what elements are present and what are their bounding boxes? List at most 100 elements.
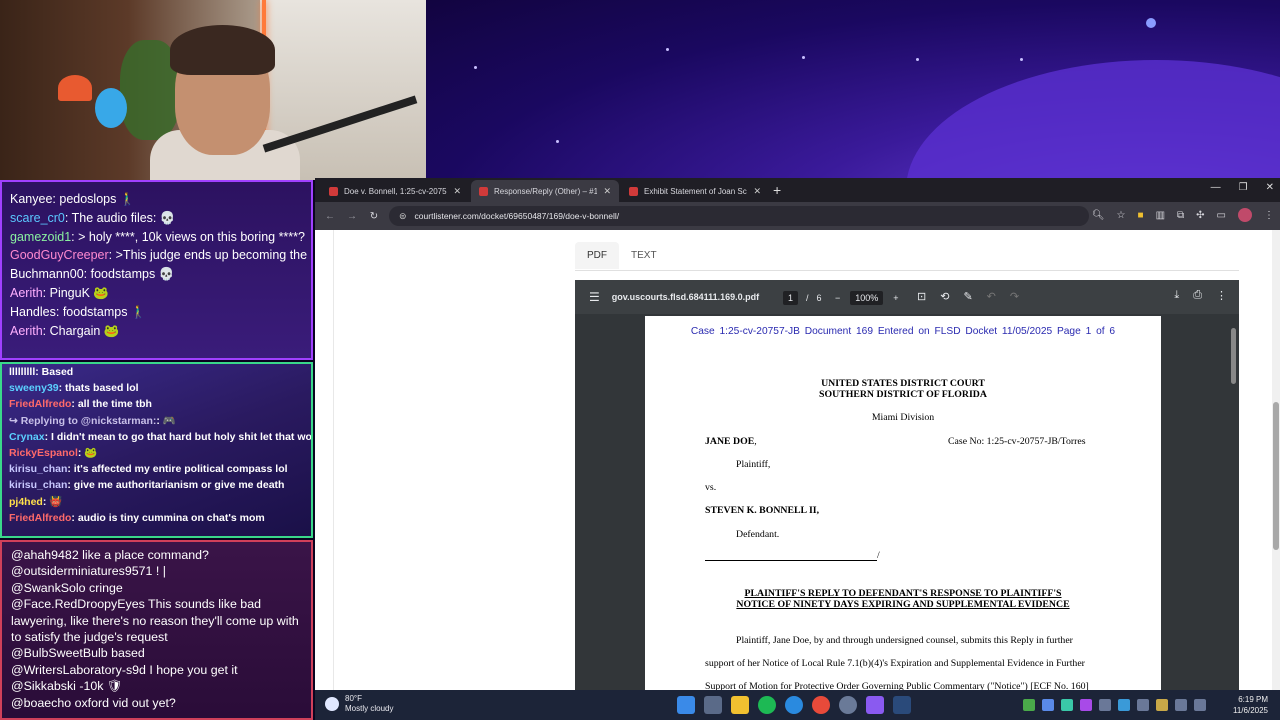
- tray-icon[interactable]: [1023, 699, 1035, 711]
- weather-widget[interactable]: 80°F Mostly cloudy: [325, 694, 393, 714]
- chat-username[interactable]: @Face.RedDroopyEyes: [11, 597, 145, 611]
- caption-rule: [705, 560, 877, 561]
- chat-username[interactable]: GoodGuyCreeper: [10, 248, 109, 262]
- fit-page-icon[interactable]: ⊡: [917, 290, 926, 303]
- close-icon[interactable]: ✕: [753, 186, 761, 197]
- chat-username[interactable]: FriedAlfredo: [9, 512, 71, 524]
- address-url: courtlistener.com/docket/69650487/169/do…: [414, 211, 620, 221]
- tray-icon[interactable]: [1137, 699, 1149, 711]
- chat-username[interactable]: @WritersLaboratory-s9d: [11, 663, 146, 677]
- tab-text[interactable]: TEXT: [619, 242, 669, 269]
- zoom-level-input[interactable]: 100%: [850, 291, 884, 305]
- start-windows-icon[interactable]: [677, 696, 695, 714]
- defendant-name: STEVEN K. BONNELL II,: [705, 505, 820, 516]
- profile-avatar[interactable]: [1238, 208, 1252, 222]
- close-window-icon[interactable]: ✕: [1266, 182, 1274, 193]
- edge-icon[interactable]: [785, 696, 803, 714]
- zoom-magnifier-icon[interactable]: 🔍︎: [1092, 210, 1105, 221]
- chat-username[interactable]: kirisu_chan: [9, 479, 67, 491]
- side-panel-icon[interactable]: ▭: [1217, 210, 1226, 221]
- star: [1020, 58, 1023, 61]
- rotate-icon[interactable]: ⟲: [940, 290, 949, 303]
- court-name-line2: SOUTHERN DISTRICT OF FLORIDA: [819, 389, 987, 400]
- tray-icon[interactable]: [1061, 699, 1073, 711]
- pdf-scrollbar[interactable]: [1231, 316, 1237, 688]
- chat-username[interactable]: Handles: [10, 305, 56, 319]
- chat-username[interactable]: @BulbSweetBulb: [11, 646, 108, 660]
- chat-text: >This judge ends up becoming the go-to j…: [115, 248, 311, 263]
- more-options-icon[interactable]: ⋮: [1216, 289, 1227, 302]
- page-scroll-thumb[interactable]: [1273, 402, 1279, 550]
- app-icon[interactable]: [866, 696, 884, 714]
- new-tab-button[interactable]: +: [773, 182, 781, 198]
- spotify-icon[interactable]: [758, 696, 776, 714]
- file-explorer-icon[interactable]: [731, 696, 749, 714]
- obs-icon[interactable]: [839, 696, 857, 714]
- folder-extension-icon[interactable]: ■: [1138, 210, 1144, 221]
- site-info-icon[interactable]: ⊜: [399, 211, 407, 222]
- weather-condition: Mostly cloudy: [345, 704, 394, 713]
- chat-username[interactable]: pj4hed: [9, 496, 43, 508]
- chat-username[interactable]: FriedAlfredo: [9, 398, 71, 410]
- maximize-icon[interactable]: ❐: [1239, 182, 1248, 193]
- chat-username[interactable]: scare_cr0: [10, 211, 65, 225]
- tab-doe-v-bonnell[interactable]: Doe v. Bonnell, 1:25-cv-20757 ✕: [321, 180, 469, 202]
- print-icon[interactable]: ⎙: [1193, 289, 1202, 302]
- puzzle-extensions-icon[interactable]: ✣: [1196, 210, 1204, 221]
- pdf-scroll-thumb[interactable]: [1231, 328, 1236, 384]
- chrome-icon[interactable]: [812, 696, 830, 714]
- task-view-icon[interactable]: [704, 696, 722, 714]
- undo-icon[interactable]: ↶: [987, 290, 996, 303]
- close-icon[interactable]: ✕: [603, 186, 611, 197]
- caption-slash: /: [877, 550, 880, 561]
- tray-icon[interactable]: [1042, 699, 1054, 711]
- tab-response-reply[interactable]: Response/Reply (Other) – #169 ✕: [471, 180, 619, 202]
- chat-username[interactable]: lllllllll: [9, 366, 35, 378]
- tray-icon[interactable]: [1118, 699, 1130, 711]
- reload-icon[interactable]: ↻: [363, 211, 385, 222]
- page-scrollbar[interactable]: [1272, 230, 1280, 690]
- extension-icon[interactable]: ⧉: [1177, 210, 1184, 221]
- minimize-icon[interactable]: —: [1211, 182, 1221, 193]
- kebab-menu-icon[interactable]: ⋮: [1264, 210, 1274, 221]
- chat-username[interactable]: @SwankSolo: [11, 581, 86, 595]
- chat-username[interactable]: @outsiderminiatures9571: [11, 564, 152, 578]
- volume-icon[interactable]: [1194, 699, 1206, 711]
- tab-pdf[interactable]: PDF: [575, 242, 619, 269]
- close-icon[interactable]: ✕: [453, 186, 461, 197]
- chat-username[interactable]: Kanyee: [10, 192, 52, 206]
- trash-extension-icon[interactable]: ▥: [1156, 210, 1165, 221]
- taskbar-clock[interactable]: 6:19 PM 11/6/2025: [1233, 694, 1268, 716]
- zoom-out-icon[interactable]: −: [835, 293, 840, 303]
- chat-username[interactable]: @ahah9482: [11, 548, 79, 562]
- chat-username[interactable]: Aerith: [10, 286, 43, 300]
- chat-username[interactable]: Aerith: [10, 324, 43, 338]
- chat-username[interactable]: @boaecho: [11, 696, 71, 710]
- chat-username[interactable]: Crynax: [9, 431, 45, 443]
- chat-username[interactable]: kirisu_chan: [9, 463, 67, 475]
- zoom-in-icon[interactable]: +: [893, 293, 898, 303]
- annotate-icon[interactable]: ✎: [963, 290, 972, 303]
- redo-icon[interactable]: ↷: [1010, 290, 1019, 303]
- tray-icon[interactable]: [1099, 699, 1111, 711]
- tray-icon[interactable]: [1080, 699, 1092, 711]
- tab-exhibit-statement[interactable]: Exhibit Statement of Joan Schl ✕: [621, 180, 769, 202]
- forward-icon[interactable]: →: [341, 211, 363, 222]
- comma: ,: [754, 436, 757, 447]
- tray-icon[interactable]: [1156, 699, 1168, 711]
- chat-username[interactable]: sweeny39: [9, 382, 59, 394]
- back-icon[interactable]: ←: [319, 211, 341, 222]
- chat-username[interactable]: ↪ Replying to @nickstarman:: [9, 415, 156, 427]
- page-number-input[interactable]: 1: [783, 291, 799, 305]
- chat-username[interactable]: @Sikkabski: [11, 679, 76, 693]
- chat-username[interactable]: RickyEspanol: [9, 447, 78, 459]
- chat-username[interactable]: Buchmann00: [10, 267, 84, 281]
- bookmark-star-icon[interactable]: ☆: [1117, 210, 1126, 221]
- address-bar[interactable]: ⊜ courtlistener.com/docket/69650487/169/…: [389, 206, 1089, 226]
- chat-username[interactable]: gamezoid1: [10, 230, 71, 244]
- chat-text: based: [107, 646, 145, 661]
- hamburger-menu-icon[interactable]: ☰: [589, 290, 600, 304]
- wifi-icon[interactable]: [1175, 699, 1187, 711]
- steam-icon[interactable]: [893, 696, 911, 714]
- download-icon[interactable]: ⤓: [1174, 289, 1179, 302]
